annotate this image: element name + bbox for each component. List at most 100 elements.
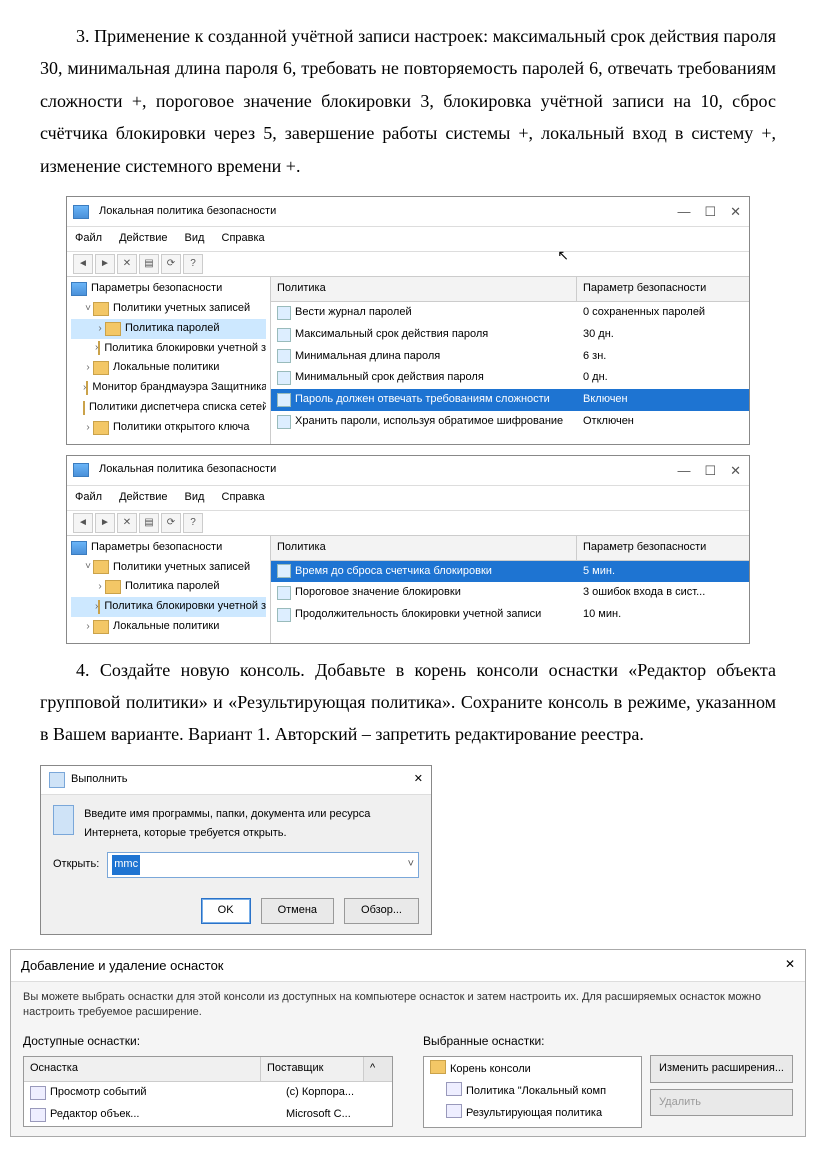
minimize-button[interactable]: — <box>677 459 690 482</box>
back-button[interactable]: ◄ <box>73 513 93 533</box>
policy-icon <box>277 608 291 622</box>
fwd-button[interactable]: ► <box>95 254 115 274</box>
tree-item-selected[interactable]: Политика блокировки учетной з <box>104 597 266 617</box>
props-button[interactable]: ▤ <box>139 513 159 533</box>
policy-name: Пароль должен отвечать требованиям сложн… <box>295 390 550 410</box>
cursor-icon: ↖ <box>557 243 569 268</box>
policy-row[interactable]: Продолжительность блокировки учетной зап… <box>271 604 749 626</box>
tree-item[interactable]: Политики открытого ключа <box>113 418 249 438</box>
refresh-button[interactable]: ⟳ <box>161 513 181 533</box>
avail-list[interactable]: Оснастка Поставщик ^ Просмотр событий(c)… <box>23 1056 393 1126</box>
folder-icon <box>93 302 109 316</box>
policy-name: Пороговое значение блокировки <box>295 583 461 603</box>
policy-value: 0 сохраненных паролей <box>577 303 749 323</box>
minimize-button[interactable]: — <box>677 200 690 223</box>
window-title: Локальная политика безопасности <box>99 202 677 222</box>
policy-row[interactable]: Максимальный срок действия пароля30 дн. <box>271 324 749 346</box>
help-button[interactable]: ? <box>183 513 203 533</box>
maximize-button[interactable]: ☐ <box>704 200 716 223</box>
scroll-up[interactable]: ^ <box>364 1057 392 1081</box>
menubar: Файл Действие Вид Справка <box>67 227 749 252</box>
browse-button[interactable]: Обзор... <box>344 898 419 924</box>
tree-item[interactable]: Локальные политики <box>113 358 219 378</box>
policy-value: 3 ошибок входа в сист... <box>577 583 749 603</box>
list-item[interactable]: Просмотр событий(c) Корпора... <box>24 1082 392 1104</box>
col-snapin[interactable]: Оснастка <box>24 1057 261 1081</box>
tree-root[interactable]: Параметры безопасности <box>91 279 222 299</box>
col-value[interactable]: Параметр безопасности <box>577 277 749 301</box>
props-button[interactable]: ▤ <box>139 254 159 274</box>
tree-item[interactable]: Локальные политики <box>113 617 219 637</box>
tree-root[interactable]: Параметры безопасности <box>91 538 222 558</box>
policy-grid[interactable]: Политика Параметр безопасности Вести жур… <box>271 277 749 443</box>
secpol-window-2: Локальная политика безопасности — ☐ ✕ Фа… <box>66 455 750 644</box>
policy-grid[interactable]: Политика Параметр безопасности Время до … <box>271 536 749 643</box>
delete-button[interactable]: Удалить <box>650 1089 793 1117</box>
tree-item[interactable]: Политики учетных записей <box>113 558 250 578</box>
col-vendor[interactable]: Поставщик <box>261 1057 364 1081</box>
tree-item[interactable]: Политики диспетчера списка сетей <box>89 398 266 418</box>
tree-pane[interactable]: Параметры безопасности ˅Политики учетных… <box>67 536 271 643</box>
policy-row[interactable]: Минимальный срок действия пароля0 дн. <box>271 367 749 389</box>
delete-button[interactable]: ✕ <box>117 254 137 274</box>
menu-action[interactable]: Действие <box>119 491 167 503</box>
sel-list[interactable]: Корень консолиПолитика "Локальный компРе… <box>423 1056 642 1127</box>
maximize-button[interactable]: ☐ <box>704 459 716 482</box>
cancel-button[interactable]: Отмена <box>261 898 334 924</box>
tree-pane[interactable]: Параметры безопасности ˅Политики учетных… <box>67 277 271 443</box>
snapin-vendor: Microsoft C... <box>280 1105 392 1125</box>
window-title: Локальная политика безопасности <box>99 460 677 480</box>
policy-value: Отключен <box>577 412 749 432</box>
sel-name: Корень консоли <box>450 1060 531 1080</box>
close-button[interactable]: ✕ <box>785 954 795 977</box>
menu-file[interactable]: Файл <box>75 491 102 503</box>
policy-row[interactable]: Вести журнал паролей0 сохраненных пароле… <box>271 302 749 324</box>
tree-item[interactable]: Монитор брандмауэра Защитника <box>92 378 266 398</box>
menu-file[interactable]: Файл <box>75 232 102 244</box>
policy-row[interactable]: Пороговое значение блокировки 3 ошибок вх… <box>271 582 749 604</box>
tree-item[interactable]: Политика паролей <box>125 577 220 597</box>
menu-view[interactable]: Вид <box>185 232 205 244</box>
menu-view[interactable]: Вид <box>185 491 205 503</box>
close-button[interactable]: ✕ <box>730 200 741 223</box>
folder-icon <box>93 560 109 574</box>
tree-item[interactable]: Политики учетных записей <box>113 299 250 319</box>
back-button[interactable]: ◄ <box>73 254 93 274</box>
policy-row[interactable]: Время до сброса счетчика блокировки5 мин… <box>271 561 749 583</box>
policy-value: Включен <box>577 390 749 410</box>
paragraph-3: 3. Применение к созданной учётной записи… <box>40 20 776 182</box>
policy-row[interactable]: Минимальная длина пароля6 зн. <box>271 346 749 368</box>
folder-icon <box>93 620 109 634</box>
list-item[interactable]: Редактор объек...Microsoft C... <box>24 1104 392 1126</box>
menu-help[interactable]: Справка <box>222 232 265 244</box>
policy-icon <box>277 564 291 578</box>
policy-row[interactable]: Пароль должен отвечать требованиям сложн… <box>271 389 749 411</box>
policy-row[interactable]: Хранить пароли, используя обратимое шифр… <box>271 411 749 433</box>
close-button[interactable]: ✕ <box>414 770 423 790</box>
tree-item-selected[interactable]: Политика паролей <box>125 319 220 339</box>
col-value[interactable]: Параметр безопасности <box>577 536 749 560</box>
menu-help[interactable]: Справка <box>222 491 265 503</box>
delete-button[interactable]: ✕ <box>117 513 137 533</box>
folder-icon <box>93 361 109 375</box>
help-button[interactable]: ? <box>183 254 203 274</box>
avail-label: Доступные оснастки: <box>23 1031 393 1053</box>
col-policy[interactable]: Политика <box>271 536 577 560</box>
open-label: Открыть: <box>53 855 99 875</box>
tree-item[interactable]: Политика блокировки учетной з <box>104 339 266 359</box>
list-item[interactable]: Корень консоли <box>426 1059 639 1081</box>
open-input[interactable]: mmc ˅ <box>107 852 419 878</box>
dropdown-icon[interactable]: ˅ <box>408 855 414 875</box>
close-button[interactable]: ✕ <box>730 459 741 482</box>
policy-icon <box>277 415 291 429</box>
list-item[interactable]: Результирующая политика <box>426 1103 639 1125</box>
col-policy[interactable]: Политика <box>271 277 577 301</box>
edit-ext-button[interactable]: Изменить расширения... <box>650 1055 793 1083</box>
fwd-button[interactable]: ► <box>95 513 115 533</box>
policy-icon <box>277 586 291 600</box>
ok-button[interactable]: OK <box>201 898 251 924</box>
list-item[interactable]: Политика "Локальный комп <box>426 1081 639 1103</box>
menu-action[interactable]: Действие <box>119 232 167 244</box>
refresh-button[interactable]: ⟳ <box>161 254 181 274</box>
policy-value: 30 дн. <box>577 325 749 345</box>
